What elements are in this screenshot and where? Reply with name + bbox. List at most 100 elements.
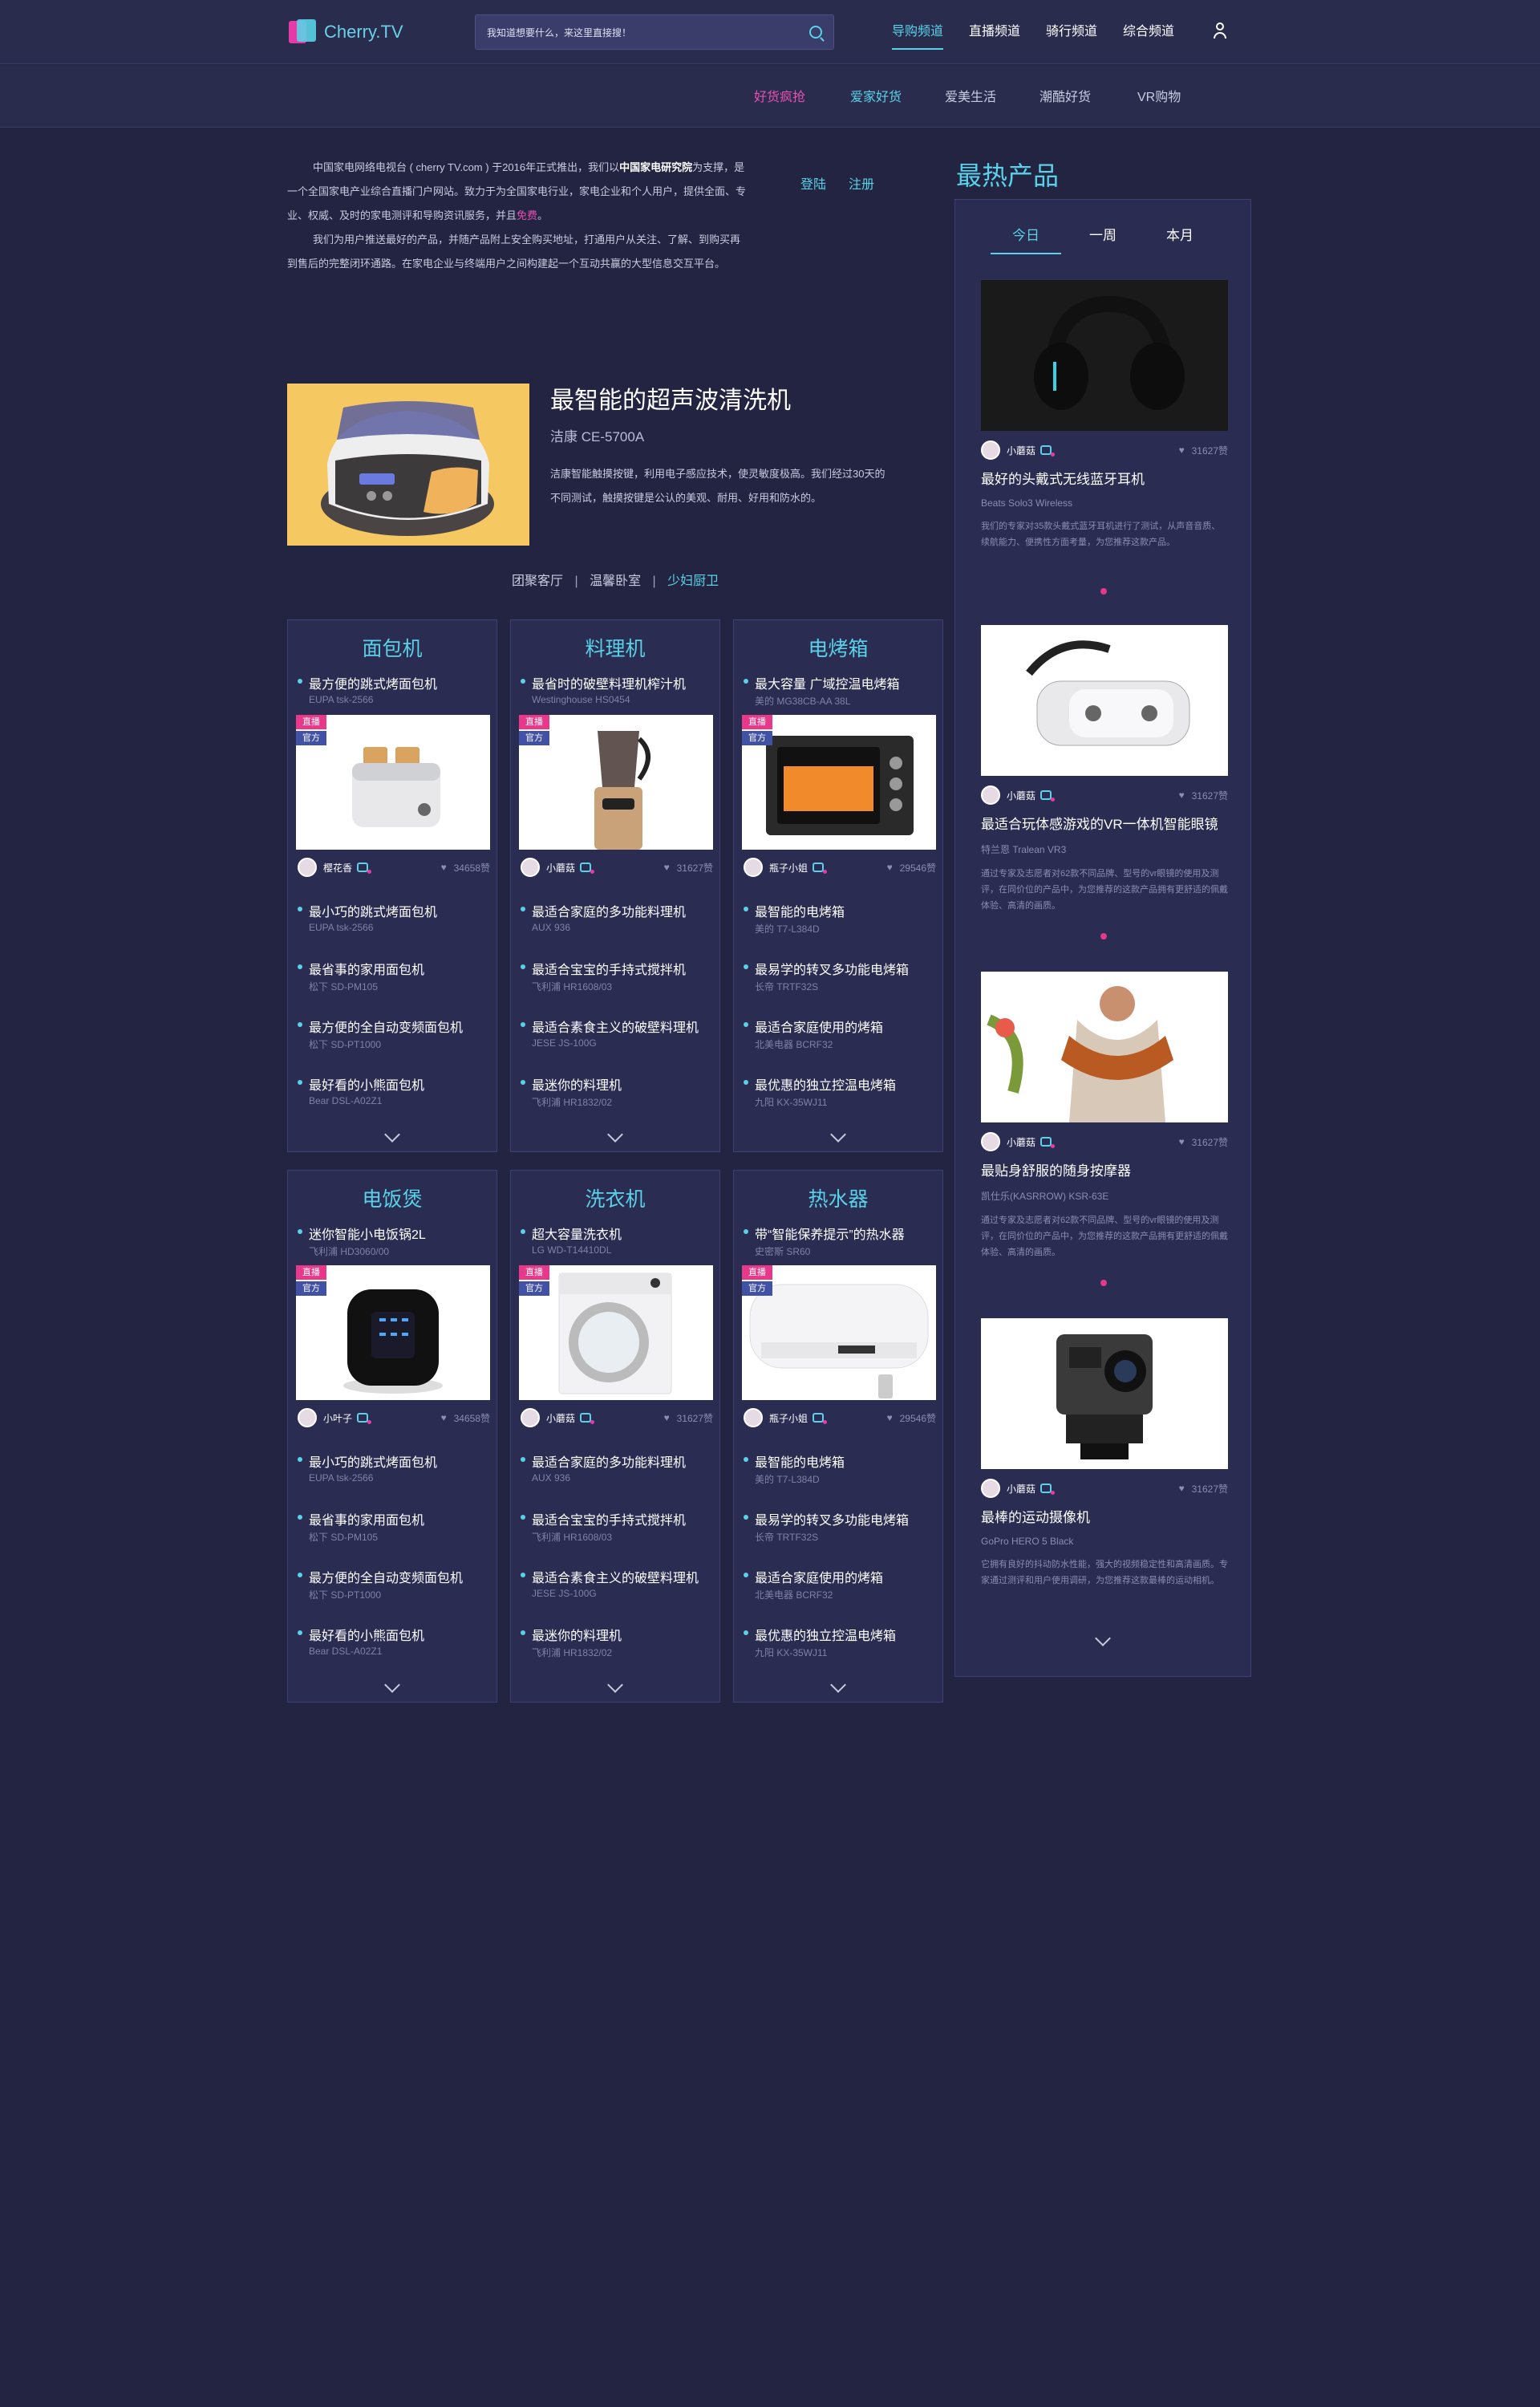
card-title[interactable]: 电烤箱 [734, 633, 942, 662]
author-name[interactable]: 小蘑菇 [546, 861, 575, 875]
like-count[interactable]: ♥ 31627赞 [664, 861, 713, 875]
list-item[interactable]: 最智能的电烤箱 [743, 901, 845, 920]
subnav-beauty[interactable]: 爱美生活 [945, 86, 996, 105]
card-title[interactable]: 面包机 [288, 633, 496, 662]
like-count[interactable]: ♥ 34658赞 [441, 1411, 490, 1425]
logo[interactable]: Cherry.TV [289, 19, 403, 45]
nav-cycling[interactable]: 骑行频道 [1046, 0, 1097, 64]
card-product-image[interactable]: 直播 官方 [519, 715, 713, 850]
chevron-down-icon[interactable] [607, 1126, 623, 1143]
list-item[interactable]: 最适合宝宝的手持式搅拌机 [520, 1509, 686, 1528]
hot-product-image[interactable] [981, 625, 1228, 776]
list-item[interactable]: 最适合家庭的多功能料理机 [520, 1451, 686, 1471]
hot-product-image[interactable] [981, 1318, 1228, 1469]
like-count[interactable]: ♥ 31627赞 [1179, 1482, 1228, 1496]
nav-live[interactable]: 直播频道 [969, 0, 1020, 64]
list-item[interactable]: 最适合家庭使用的烤箱 [743, 1017, 883, 1036]
avatar[interactable] [298, 1408, 317, 1427]
card-product-image[interactable]: 直播 官方 [742, 715, 936, 850]
card-title[interactable]: 洗衣机 [511, 1183, 719, 1212]
like-count[interactable]: ♥ 29546赞 [887, 1411, 936, 1425]
card-top-product[interactable]: 最大容量 广域控温电烤箱 [743, 673, 899, 692]
list-item[interactable]: 最方便的全自动变频面包机 [297, 1017, 463, 1036]
card-top-product[interactable]: 最方便的跳式烤面包机 [297, 673, 437, 692]
card-title[interactable]: 料理机 [511, 633, 719, 662]
avatar[interactable] [744, 1408, 763, 1427]
author-name[interactable]: 樱花香 [323, 861, 352, 875]
hot-product-title[interactable]: 最好的头戴式无线蓝牙耳机 [981, 468, 1228, 488]
card-product-image[interactable]: 直播 官方 [296, 715, 490, 850]
list-item[interactable]: 最优惠的独立控温电烤箱 [743, 1074, 896, 1094]
like-count[interactable]: ♥ 31627赞 [664, 1411, 713, 1425]
list-item[interactable]: 最省事的家用面包机 [297, 1509, 424, 1528]
card-top-product[interactable]: 超大容量洗衣机 [520, 1224, 622, 1243]
cat-bedroom[interactable]: 温馨卧室 [590, 574, 641, 588]
avatar[interactable] [981, 785, 1000, 805]
tab-month[interactable]: 本月 [1145, 224, 1215, 253]
list-item[interactable]: 最小巧的跳式烤面包机 [297, 901, 437, 920]
like-count[interactable]: ♥ 31627赞 [1179, 1135, 1228, 1149]
list-item[interactable]: 最易学的转叉多功能电烤箱 [743, 1509, 909, 1528]
featured-title[interactable]: 最智能的超声波清洗机 [550, 380, 791, 416]
like-count[interactable]: ♥ 31627赞 [1179, 444, 1228, 457]
card-top-product[interactable]: 带“智能保养提示”的热水器 [744, 1224, 905, 1243]
author-name[interactable]: 小蘑菇 [1007, 1482, 1035, 1496]
avatar[interactable] [981, 1479, 1000, 1498]
card-title[interactable]: 热水器 [734, 1183, 942, 1212]
author-name[interactable]: 小蘑菇 [1007, 444, 1035, 457]
author-name[interactable]: 小蘑菇 [546, 1411, 575, 1425]
search-input[interactable]: 我知道想要什么，来这里直接搜！ [475, 14, 834, 50]
cat-living[interactable]: 团聚客厅 [512, 574, 563, 588]
subnav-home[interactable]: 爱家好货 [850, 86, 902, 105]
subnav-cool[interactable]: 潮酷好货 [1040, 86, 1091, 105]
list-item[interactable]: 最省事的家用面包机 [297, 959, 424, 978]
card-product-image[interactable]: 直播 官方 [296, 1265, 490, 1400]
chevron-down-icon[interactable] [830, 1126, 846, 1143]
chevron-down-icon[interactable] [607, 1677, 623, 1693]
avatar[interactable] [981, 1132, 1000, 1151]
subnav-vr[interactable]: VR购物 [1137, 86, 1181, 105]
hot-product-image[interactable] [981, 972, 1228, 1122]
like-count[interactable]: ♥ 34658赞 [441, 861, 490, 875]
avatar[interactable] [298, 858, 317, 877]
hot-product-title[interactable]: 最适合玩体感游戏的VR一体机智能眼镜 [981, 813, 1228, 833]
like-count[interactable]: ♥ 29546赞 [887, 861, 936, 875]
list-item[interactable]: 最适合家庭的多功能料理机 [520, 901, 686, 920]
list-item[interactable]: 最好看的小熊面包机 [297, 1074, 424, 1094]
nav-general[interactable]: 综合频道 [1123, 0, 1174, 64]
register-link[interactable]: 注册 [849, 173, 874, 193]
featured-image[interactable] [287, 384, 529, 546]
list-item[interactable]: 最方便的全自动变频面包机 [297, 1567, 463, 1586]
list-item[interactable]: 最优惠的独立控温电烤箱 [743, 1625, 896, 1644]
list-item[interactable]: 最好看的小熊面包机 [297, 1625, 424, 1644]
chevron-down-icon[interactable] [1095, 1630, 1111, 1646]
subnav-hot[interactable]: 好货疯抢 [754, 86, 805, 105]
tab-week[interactable]: 一周 [1068, 224, 1138, 253]
author-name[interactable]: 小蘑菇 [1007, 1135, 1035, 1149]
list-item[interactable]: 最迷你的料理机 [520, 1074, 622, 1094]
author-name[interactable]: 瓶子小姐 [769, 1411, 808, 1425]
list-item[interactable]: 最小巧的跳式烤面包机 [297, 1451, 437, 1471]
author-name[interactable]: 瓶子小姐 [769, 861, 808, 875]
hot-product-image[interactable] [981, 280, 1228, 431]
like-count[interactable]: ♥ 31627赞 [1179, 789, 1228, 802]
card-top-product[interactable]: 最省时的破壁料理机榨汁机 [520, 673, 686, 692]
chevron-down-icon[interactable] [830, 1677, 846, 1693]
search-icon[interactable] [809, 26, 822, 39]
hot-product-title[interactable]: 最贴身舒服的随身按摩器 [981, 1159, 1228, 1179]
cat-kitchen[interactable]: 少妇厨卫 [667, 574, 719, 588]
chevron-down-icon[interactable] [384, 1677, 400, 1693]
list-item[interactable]: 最智能的电烤箱 [743, 1451, 845, 1471]
card-top-product[interactable]: 迷你智能小电饭锅2L [298, 1224, 426, 1243]
avatar[interactable] [981, 440, 1000, 460]
tab-today[interactable]: 今日 [991, 224, 1061, 254]
card-product-image[interactable]: 直播 官方 [742, 1265, 936, 1400]
list-item[interactable]: 最适合素食主义的破壁料理机 [520, 1567, 699, 1586]
list-item[interactable]: 最适合宝宝的手持式搅拌机 [520, 959, 686, 978]
nav-guide[interactable]: 导购频道 [892, 0, 944, 64]
author-name[interactable]: 小蘑菇 [1007, 789, 1035, 802]
author-name[interactable]: 小叶子 [323, 1411, 352, 1425]
list-item[interactable]: 最适合家庭使用的烤箱 [743, 1567, 883, 1586]
avatar[interactable] [521, 1408, 540, 1427]
list-item[interactable]: 最适合素食主义的破壁料理机 [520, 1017, 699, 1036]
